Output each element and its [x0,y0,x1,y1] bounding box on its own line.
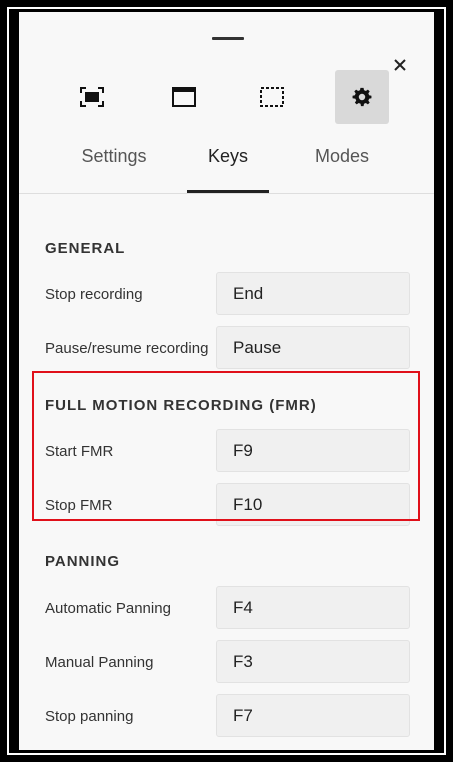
application-window-icon [172,87,196,107]
tab-settings-label: Settings [81,146,147,166]
section-title-general: GENERAL [45,240,126,257]
pause-resume-recording-label: Pause/resume recording [45,340,209,357]
automatic-panning-label: Automatic Panning [45,600,171,617]
manual-panning-label: Manual Panning [45,654,154,671]
panel-header: Settings Keys Modes [19,12,434,194]
manual-panning-key-value: F3 [233,651,253,671]
tab-keys-label: Keys [207,146,249,166]
full-screen-mode-button[interactable] [65,70,119,124]
tab-settings[interactable]: Settings [69,146,159,194]
custom-region-mode-button[interactable] [245,70,299,124]
settings-mode-button[interactable] [335,70,389,124]
stop-panning-label: Stop panning [45,708,134,725]
recording-preferences-panel: Settings Keys Modes GENERAL Stop recordi… [19,12,434,750]
tab-bar: Settings Keys Modes [19,146,434,194]
stop-panning-key-value: F7 [233,705,253,725]
automatic-panning-key-field[interactable]: F4 [216,586,410,629]
screenshot-frame: Settings Keys Modes GENERAL Stop recordi… [0,0,453,762]
application-window-mode-button[interactable] [157,70,211,124]
fmr-highlight-box [32,371,420,521]
pause-resume-recording-key-field[interactable]: Pause [216,326,410,369]
stop-recording-key-field[interactable]: End [216,272,410,315]
tab-modes[interactable]: Modes [299,146,385,194]
tab-keys[interactable]: Keys [187,146,269,194]
stop-recording-label: Stop recording [45,286,143,303]
manual-panning-key-field[interactable]: F3 [216,640,410,683]
close-icon [394,59,406,71]
settings-gear-icon [352,87,372,107]
drag-handle[interactable] [212,37,244,40]
automatic-panning-key-value: F4 [233,597,253,617]
close-button[interactable] [389,54,411,76]
section-title-panning: PANNING [45,553,121,570]
custom-region-icon [260,87,284,107]
tab-modes-label: Modes [314,146,370,166]
full-screen-icon [80,87,104,107]
stop-recording-key-value: End [233,283,264,303]
stop-panning-key-field[interactable]: F7 [216,694,410,737]
pause-resume-recording-key-value: Pause [233,337,282,357]
